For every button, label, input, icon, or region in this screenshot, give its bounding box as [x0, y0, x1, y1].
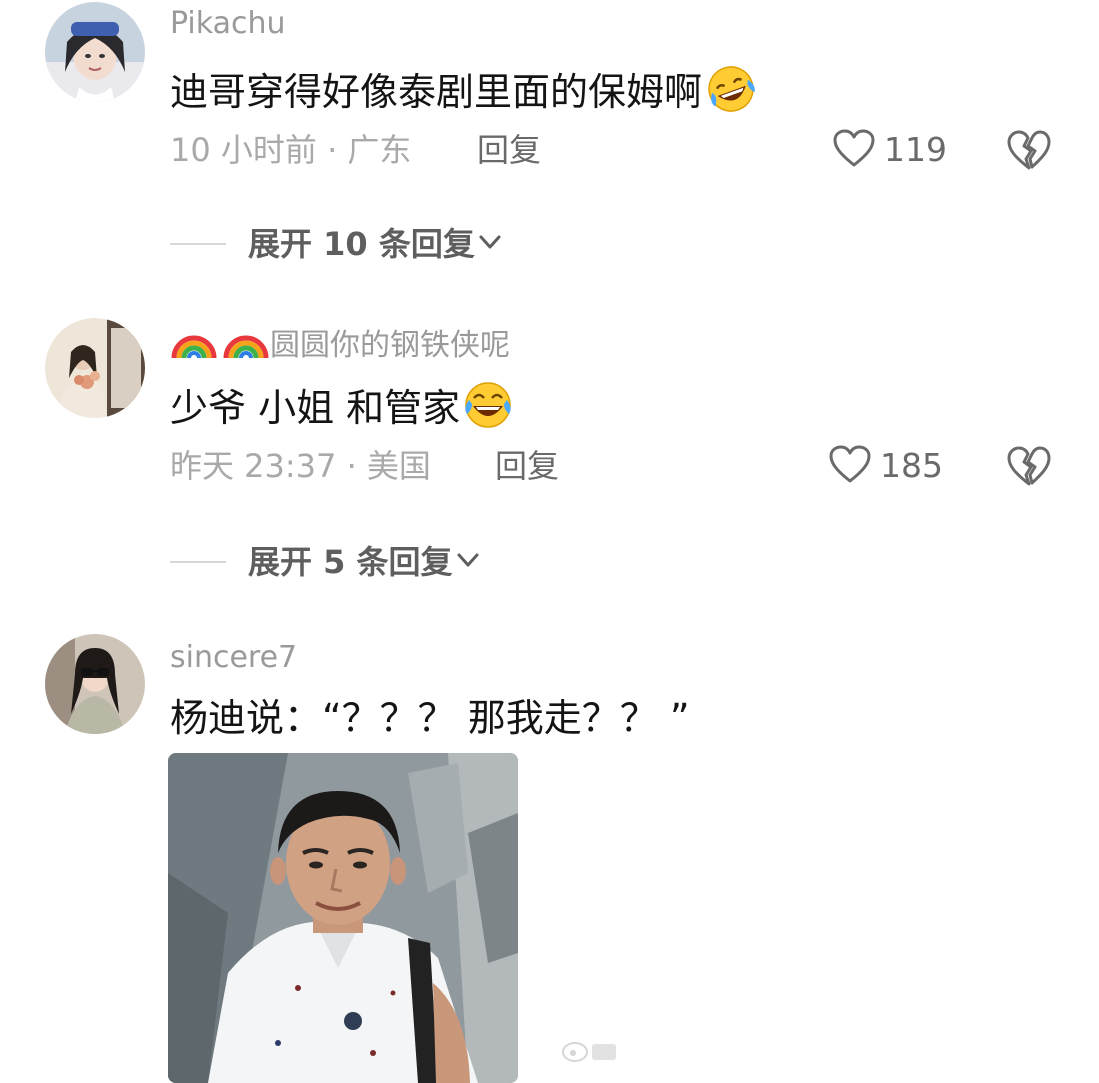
username[interactable]: Pikachu: [170, 6, 286, 42]
rainbow-icon: [170, 324, 218, 369]
comment-meta: 昨天 23:37 · 美国: [170, 447, 431, 485]
meme-photo[interactable]: [168, 753, 518, 1083]
like-button[interactable]: 185: [828, 444, 943, 488]
rainbow-icon: [222, 324, 270, 369]
avatar[interactable]: [45, 318, 145, 418]
expand-replies-button[interactable]: 展开 5 条回复: [170, 540, 483, 584]
comment-text-body: 迪哥穿得好像泰剧里面的保姆啊: [170, 70, 703, 114]
username[interactable]: 圆圆你的钢铁侠呢: [170, 324, 510, 369]
heart-icon: [832, 128, 876, 172]
broken-heart-icon[interactable]: [1006, 445, 1052, 487]
comment-text: 迪哥穿得好像泰剧里面的保姆啊: [170, 64, 758, 125]
reply-button[interactable]: 回复: [495, 446, 559, 486]
watermark: [560, 1036, 620, 1072]
like-button[interactable]: 119: [832, 128, 947, 172]
reply-button[interactable]: 回复: [477, 130, 541, 170]
comment-text: 杨迪说：“？？？ 那我走？？ ”: [170, 696, 690, 740]
username-text: 圆圆你的钢铁侠呢: [270, 328, 510, 363]
comment-item: Pikachu 迪哥穿得好像泰剧里面的保姆啊 10 小时前 · 广东 回复 11…: [0, 0, 1099, 290]
comment-item: sincere7 杨迪说：“？？？ 那我走？？ ”: [0, 620, 1099, 1080]
expand-replies-label: 展开 10 条回复: [248, 225, 475, 263]
comment-item: 圆圆你的钢铁侠呢 少爷 小姐 和管家 昨天 23:37 · 美国 回复 185: [0, 290, 1099, 620]
comment-meta: 10 小时前 · 广东: [170, 131, 412, 169]
username[interactable]: sincere7: [170, 640, 297, 676]
divider: [170, 561, 226, 563]
chevron-down-icon: [453, 545, 483, 579]
chevron-down-icon: [475, 227, 505, 261]
like-count: 185: [880, 446, 943, 485]
expand-replies-button[interactable]: 展开 10 条回复: [170, 222, 505, 266]
rofl-emoji: [704, 64, 758, 125]
avatar[interactable]: [45, 2, 145, 102]
divider: [170, 243, 226, 245]
heart-icon: [828, 444, 872, 488]
comment-text-body: 少爷 小姐 和管家: [170, 386, 461, 430]
avatar[interactable]: [45, 634, 145, 734]
broken-heart-icon[interactable]: [1006, 129, 1052, 171]
expand-replies-label: 展开 5 条回复: [248, 543, 453, 581]
comment-text: 少爷 小姐 和管家: [170, 380, 514, 441]
like-count: 119: [884, 130, 947, 169]
laugh-cry-emoji: [462, 380, 514, 441]
